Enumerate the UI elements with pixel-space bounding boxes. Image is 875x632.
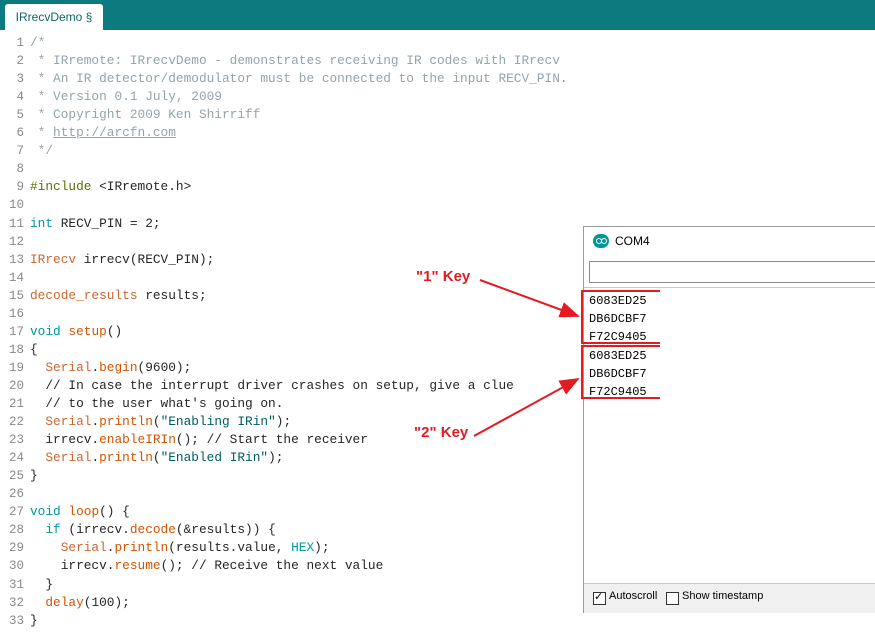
arrow-2-key (473, 378, 580, 437)
arrow-1-key (479, 279, 580, 318)
annotation-arrows (473, 279, 580, 437)
